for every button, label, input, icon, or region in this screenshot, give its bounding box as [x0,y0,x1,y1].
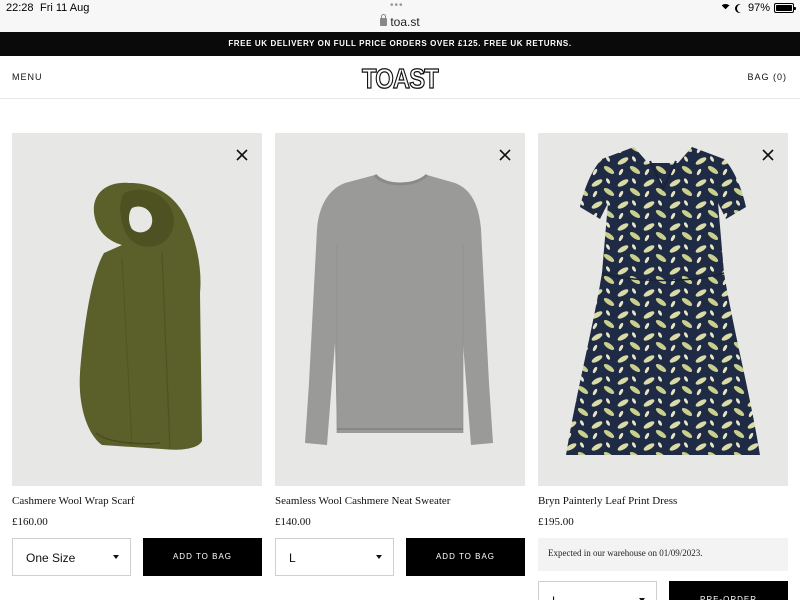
product-price: £195.00 [538,516,574,528]
size-value: L [289,551,296,565]
product-name[interactable]: Seamless Wool Cashmere Neat Sweater [275,495,450,507]
product-image[interactable] [12,133,262,486]
stock-notice: Expected in our warehouse on 01/09/2023. [538,538,788,571]
remove-item-close-icon[interactable] [762,149,774,161]
multitasking-dots-icon[interactable]: ••• [390,0,404,11]
wifi-icon [719,3,731,13]
do-not-disturb-icon [737,4,746,13]
remove-item-close-icon[interactable] [236,149,248,161]
product-card: Bryn Painterly Leaf Print Dress £195.00 … [538,133,788,600]
size-select[interactable]: L [275,538,394,576]
product-name[interactable]: Cashmere Wool Wrap Scarf [12,495,135,507]
battery-icon [774,3,796,13]
dress-image [566,147,760,455]
chevron-down-icon [376,555,382,559]
size-select[interactable]: One Size [12,538,131,576]
url-bar[interactable]: toa.st [0,14,800,29]
url-text: toa.st [390,15,420,29]
status-date: Fri 11 Aug [40,2,90,14]
battery-percent: 97% [747,2,770,14]
add-to-bag-button[interactable]: ADD TO BAG [406,538,525,576]
svg-text:TOAST: TOAST [362,64,439,92]
size-value: One Size [26,551,76,565]
product-image[interactable] [275,133,525,486]
add-to-bag-button[interactable]: ADD TO BAG [143,538,262,576]
lock-icon [380,14,388,26]
size-select[interactable]: L [538,581,657,600]
product-price: £160.00 [12,516,48,528]
status-bar: 22:28 Fri 11 Aug ••• toa.st 97% [0,0,800,32]
product-price: £140.00 [275,516,311,528]
product-card: Seamless Wool Cashmere Neat Sweater £140… [275,133,525,576]
size-value: L [552,594,559,600]
product-card: Cashmere Wool Wrap Scarf £160.00 One Siz… [12,133,262,576]
site-header: MENU TOAST BAG (0) [0,56,800,99]
menu-button[interactable]: MENU [12,72,43,82]
bag-button[interactable]: BAG (0) [747,72,787,82]
sweater-image [305,173,493,445]
product-image[interactable] [538,133,788,486]
status-indicators: 97% [719,2,796,14]
remove-item-close-icon[interactable] [499,149,511,161]
status-time: 22:28 [6,2,34,14]
chevron-down-icon [113,555,119,559]
scarf-image [79,182,202,450]
toast-logo[interactable]: TOAST [361,64,439,92]
product-name[interactable]: Bryn Painterly Leaf Print Dress [538,495,677,507]
promo-banner[interactable]: FREE UK DELIVERY ON FULL PRICE ORDERS OV… [0,32,800,56]
pre-order-button[interactable]: PRE-ORDER [669,581,788,600]
